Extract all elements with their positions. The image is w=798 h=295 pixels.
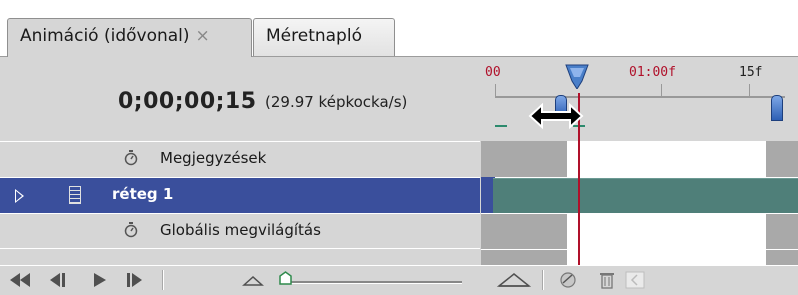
trash-icon[interactable]	[596, 270, 618, 290]
tab-label: Animáció (idővonal)	[20, 26, 190, 46]
first-frame-icon[interactable]	[6, 270, 34, 290]
timeline-area[interactable]: 00 01:00f 15f	[481, 57, 798, 265]
frame-rate-label: (29.97 képkocka/s)	[265, 93, 408, 111]
playhead-icon[interactable]	[565, 63, 589, 89]
panel-tab-bar: Animáció (idővonal) × Méretnapló	[0, 0, 798, 57]
current-timecode[interactable]: 0;00;00;15	[118, 89, 257, 114]
timecode-area: 0;00;00;15 (29.97 képkocka/s)	[0, 57, 480, 141]
close-icon[interactable]: ×	[196, 26, 210, 46]
next-frame-icon[interactable]	[122, 270, 148, 290]
ruler-tick	[661, 84, 662, 98]
stopwatch-icon[interactable]	[124, 150, 138, 166]
animation-timeline-panel: Animáció (idővonal) × Méretnapló 0;00;00;…	[0, 0, 798, 295]
layer-label: Globális megvilágítás	[160, 221, 321, 239]
ruler-label-15f: 15f	[739, 65, 763, 80]
tab-history[interactable]: Méretnapló	[253, 18, 395, 56]
ruler-label-1s: 01:00f	[629, 65, 676, 80]
play-icon[interactable]	[88, 270, 112, 290]
layer-row-global-light[interactable]: Globális megvilágítás	[0, 213, 480, 249]
layer-label: Megjegyzések	[160, 149, 267, 167]
tab-label: Méretnapló	[266, 26, 362, 46]
keyframe-marker	[495, 125, 507, 127]
expand-triangle-icon[interactable]	[15, 189, 24, 203]
layer-row-comments[interactable]: Megjegyzések	[0, 141, 480, 177]
zoom-slider-track[interactable]	[282, 281, 462, 284]
zoom-slider-thumb[interactable]	[279, 271, 292, 285]
work-area-end-handle[interactable]	[771, 95, 783, 121]
layer-row-layer-1[interactable]: réteg 1	[0, 177, 480, 213]
zoom-out-icon[interactable]	[238, 270, 268, 290]
film-icon	[69, 186, 81, 204]
timeline-toolbar	[0, 265, 798, 295]
row-divider	[481, 249, 798, 250]
ruler-tick	[495, 84, 496, 98]
toolbar-separator	[542, 270, 544, 290]
tween-icon[interactable]	[556, 270, 580, 290]
prev-frame-icon[interactable]	[44, 270, 70, 290]
resize-cursor-icon	[528, 102, 584, 130]
ruler-label-start: 00	[485, 65, 501, 80]
layer-label: réteg 1	[112, 185, 174, 203]
tab-animation-timeline[interactable]: Animáció (idővonal) ×	[7, 18, 252, 57]
row-divider	[481, 213, 798, 214]
stopwatch-icon[interactable]	[124, 222, 138, 238]
toolbar-separator	[162, 270, 164, 290]
ruler-line	[495, 96, 785, 98]
layer-duration-bar[interactable]	[493, 178, 798, 213]
layer-list: 0;00;00;15 (29.97 képkocka/s) Megjegyzés…	[0, 57, 480, 265]
convert-icon[interactable]	[624, 270, 646, 290]
zoom-in-icon[interactable]	[496, 270, 532, 290]
ruler-tick	[749, 84, 750, 98]
